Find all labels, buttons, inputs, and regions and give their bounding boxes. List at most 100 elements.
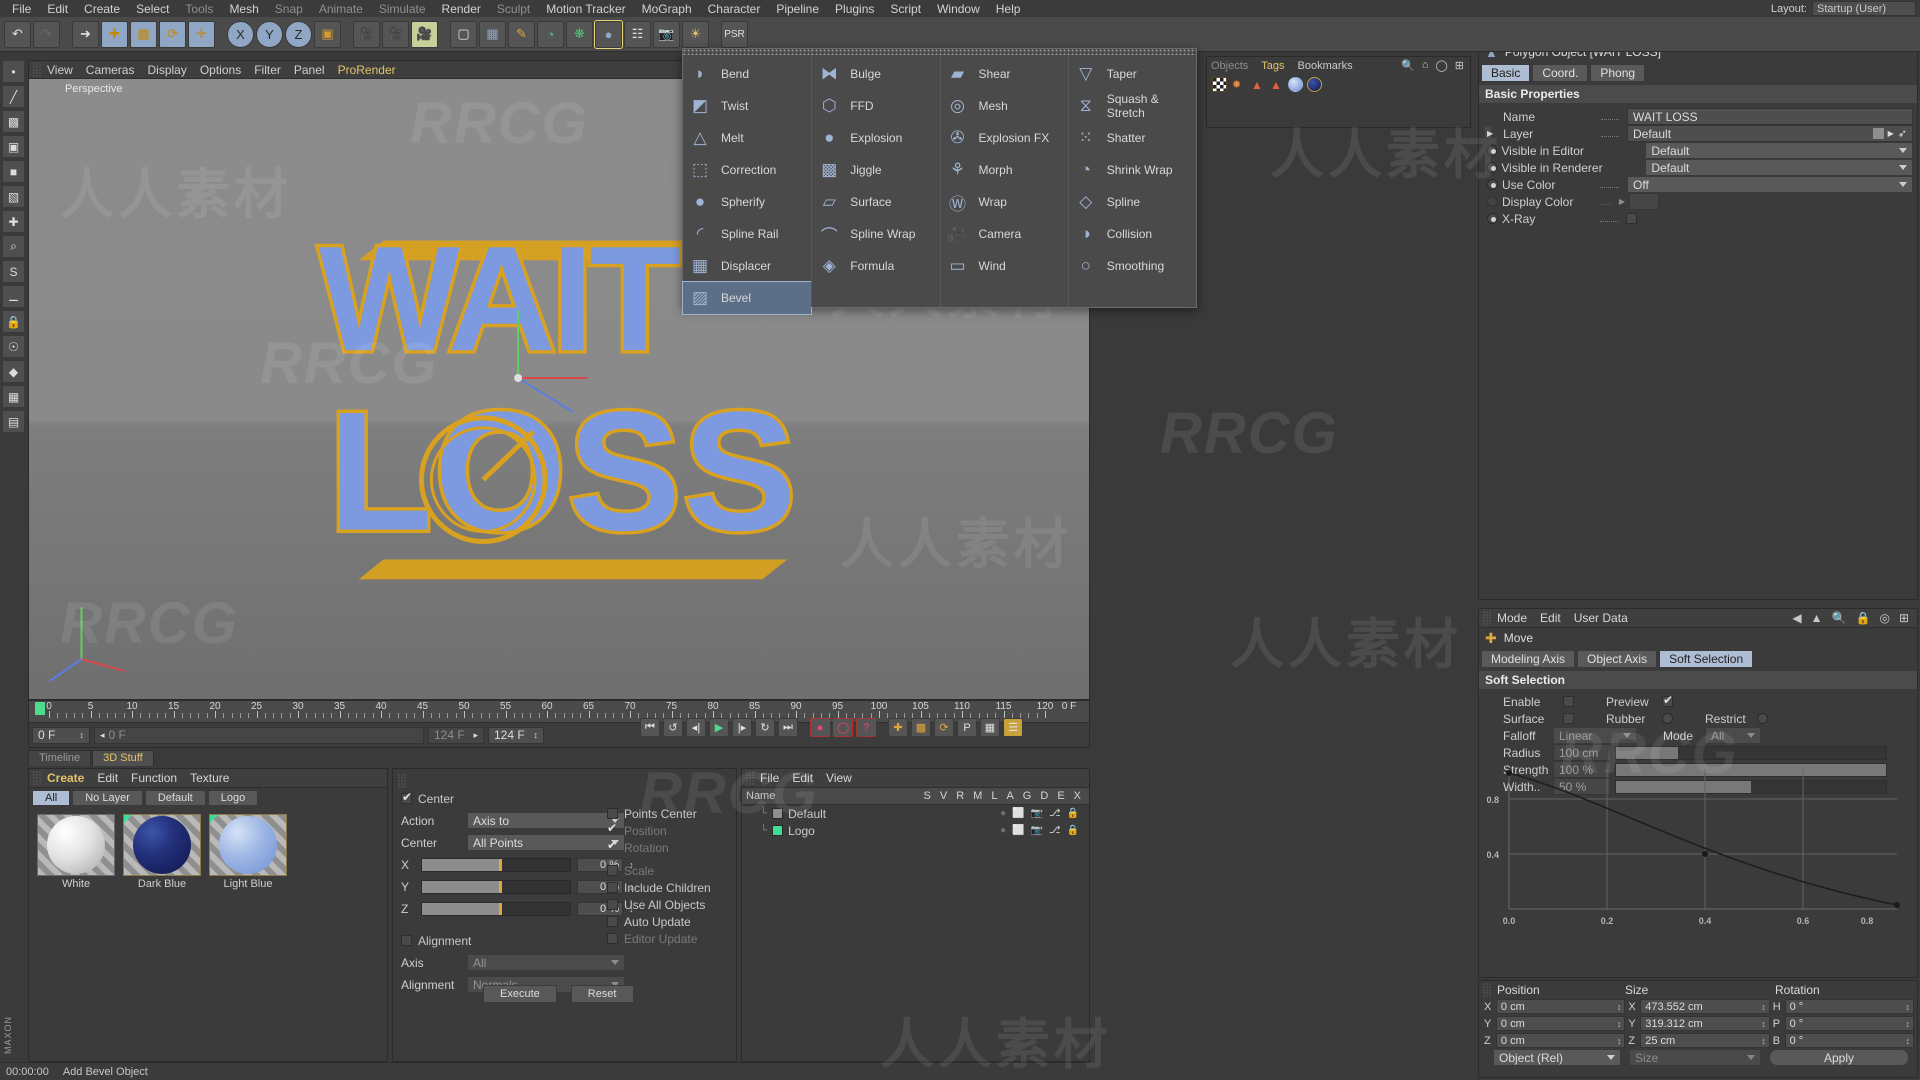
tab-phong[interactable]: Phong	[1590, 64, 1645, 82]
object-menu-edit[interactable]: Edit	[792, 771, 813, 785]
home-icon[interactable]: ⌂	[1422, 59, 1429, 72]
menu-edit[interactable]: Edit	[39, 2, 76, 16]
object-tag-icon[interactable]: 📷	[1031, 825, 1043, 836]
axis-option-auto-update[interactable]: Auto Update	[607, 913, 725, 930]
layer-arrow-icon[interactable]: ▶	[1888, 129, 1894, 138]
object-tag-icon[interactable]: 🔒	[1067, 825, 1079, 836]
world-object-coord-button[interactable]: ▣	[314, 21, 341, 48]
axis-center-tool-panel[interactable]: Center Action Axis to Center All Points …	[392, 768, 737, 1062]
checker-tag-icon[interactable]	[1212, 77, 1227, 92]
array-button[interactable]: ❋	[566, 21, 593, 48]
pos-z-input[interactable]: 0 cm↕	[1496, 1033, 1625, 1048]
menu-item-taper[interactable]: ▽Taper	[1069, 58, 1196, 90]
object-menu-file[interactable]: File	[760, 771, 779, 785]
axis-z-slider[interactable]	[421, 902, 571, 916]
menu-item-shear[interactable]: ▰Shear	[941, 58, 1068, 90]
layer-picker-icon[interactable]: ➶	[1898, 127, 1907, 140]
enable-axis-button[interactable]: ⌕	[2, 235, 25, 258]
uv-button[interactable]: ▤	[2, 410, 25, 433]
viewport-solo-button[interactable]: S	[2, 260, 25, 283]
xray-checkbox[interactable]	[1626, 213, 1637, 224]
object-tag-icon[interactable]: 📷	[1031, 808, 1043, 819]
back-arrow-icon[interactable]: ◀	[1792, 611, 1801, 625]
tab-modeling-axis[interactable]: Modeling Axis	[1481, 650, 1575, 668]
light-button[interactable]: ☀	[682, 21, 709, 48]
menu-motion-tracker[interactable]: Motion Tracker	[538, 2, 633, 16]
add-tool[interactable]: ✛	[188, 21, 215, 48]
material-thumbnail[interactable]	[123, 814, 201, 876]
target-icon[interactable]: ◎	[1879, 611, 1889, 625]
render-region-button[interactable]: 🎥	[382, 21, 409, 48]
layout-icon[interactable]: ⊞	[1899, 611, 1909, 625]
axis-option-checkbox[interactable]	[607, 933, 618, 944]
execute-button[interactable]: Execute	[483, 985, 557, 1003]
menu-item-wrap[interactable]: ⓌWrap	[941, 186, 1068, 218]
layout-select[interactable]: Startup (User)	[1812, 1, 1916, 16]
axis-option-checkbox[interactable]	[607, 825, 618, 836]
object-manager-gripper[interactable]	[746, 771, 755, 785]
menu-tools[interactable]: Tools	[177, 2, 221, 16]
menu-item-ffd[interactable]: ⬡FFD	[812, 90, 939, 122]
menu-item-shatter[interactable]: ⁙Shatter	[1069, 122, 1196, 154]
y-axis-lock-button[interactable]: Y	[256, 21, 283, 48]
axis-panel-gripper[interactable]	[398, 774, 407, 788]
material-thumbnail[interactable]	[37, 814, 115, 876]
mode-select[interactable]: All	[1705, 727, 1761, 744]
menu-item-wind[interactable]: ▭Wind	[941, 250, 1068, 282]
parameter-key-button[interactable]: P	[957, 718, 977, 737]
tab-object-axis[interactable]: Object Axis	[1577, 650, 1657, 668]
object-column-m[interactable]: M	[973, 790, 982, 802]
menu-snap[interactable]: Snap	[267, 2, 311, 16]
move-tool[interactable]: ✚	[101, 21, 128, 48]
center-checkbox[interactable]	[401, 793, 412, 804]
autokeying-button[interactable]: ◯	[833, 718, 853, 737]
menu-item-twist[interactable]: ◩Twist	[683, 90, 811, 122]
position-key-button[interactable]: ✚	[888, 718, 908, 737]
material-thumbnail[interactable]	[209, 814, 287, 876]
deformer-button[interactable]: ●	[595, 21, 622, 48]
action-select[interactable]: Axis to	[467, 812, 625, 829]
material-tag-dark-blue[interactable]	[1307, 77, 1322, 92]
model-mode-button[interactable]: ▣	[2, 135, 25, 158]
object-tag-icon[interactable]: ●	[1000, 825, 1006, 836]
rot-h-input[interactable]: 0 °↕	[1785, 999, 1914, 1014]
go-to-start-button[interactable]: ⏮	[640, 718, 660, 737]
menu-item-correction[interactable]: ⬚Correction	[683, 154, 811, 186]
layer-color-swatch[interactable]	[1873, 128, 1884, 139]
rot-b-input[interactable]: 0 °↕	[1785, 1033, 1914, 1048]
falloff-select[interactable]: Linear	[1553, 727, 1637, 744]
object-column-v[interactable]: V	[940, 790, 947, 802]
psr-button[interactable]: PSR	[721, 21, 748, 48]
previous-key-button[interactable]: ↺	[663, 718, 683, 737]
object-row[interactable]: └Default●⬜📷⎇🔒	[742, 805, 1089, 822]
axis-option-checkbox[interactable]	[607, 916, 618, 927]
menu-item-squash-stretch[interactable]: ⧖Squash & Stretch	[1069, 90, 1196, 122]
pla-key-button[interactable]: ▦	[980, 718, 1000, 737]
attr-use-color-select[interactable]: Off	[1627, 176, 1913, 193]
menu-mesh[interactable]: Mesh	[221, 2, 266, 16]
step-back-button[interactable]: ◂|	[686, 718, 706, 737]
coordinate-mode-select[interactable]: Object (Rel)	[1493, 1049, 1621, 1066]
attr-visible-renderer-select[interactable]: Default	[1645, 159, 1913, 176]
layer-tab-no-layer[interactable]: No Layer	[72, 790, 143, 806]
menu-item-mesh[interactable]: ◎Mesh	[941, 90, 1068, 122]
surface-checkbox[interactable]	[1563, 713, 1574, 724]
axis-option-position[interactable]: Position	[607, 822, 725, 839]
attr-display-color-swatch[interactable]	[1629, 193, 1659, 210]
soft-menu-mode[interactable]: Mode	[1497, 611, 1527, 625]
menu-tearoff-handle[interactable]	[683, 49, 1196, 55]
menu-item-shrink-wrap[interactable]: ◔Shrink Wrap	[1069, 154, 1196, 186]
current-frame-field[interactable]: 0 F ↕	[32, 727, 90, 744]
scale-tool[interactable]: ▩	[130, 21, 157, 48]
tab-soft-selection[interactable]: Soft Selection	[1659, 650, 1753, 668]
menu-select[interactable]: Select	[128, 2, 177, 16]
tags-menu-bookmarks[interactable]: Bookmarks	[1298, 60, 1353, 72]
phong-tag-icon[interactable]: ▲	[1250, 77, 1265, 92]
menu-item-spline-rail[interactable]: ◜Spline Rail	[683, 218, 811, 250]
object-column-l[interactable]: L	[991, 790, 997, 802]
menu-animate[interactable]: Animate	[311, 2, 371, 16]
object-column-s[interactable]: S	[924, 790, 931, 802]
cube-primitive-button[interactable]: ▦	[479, 21, 506, 48]
object-column-r[interactable]: R	[956, 790, 964, 802]
rot-p-input[interactable]: 0 °↕	[1785, 1016, 1914, 1031]
